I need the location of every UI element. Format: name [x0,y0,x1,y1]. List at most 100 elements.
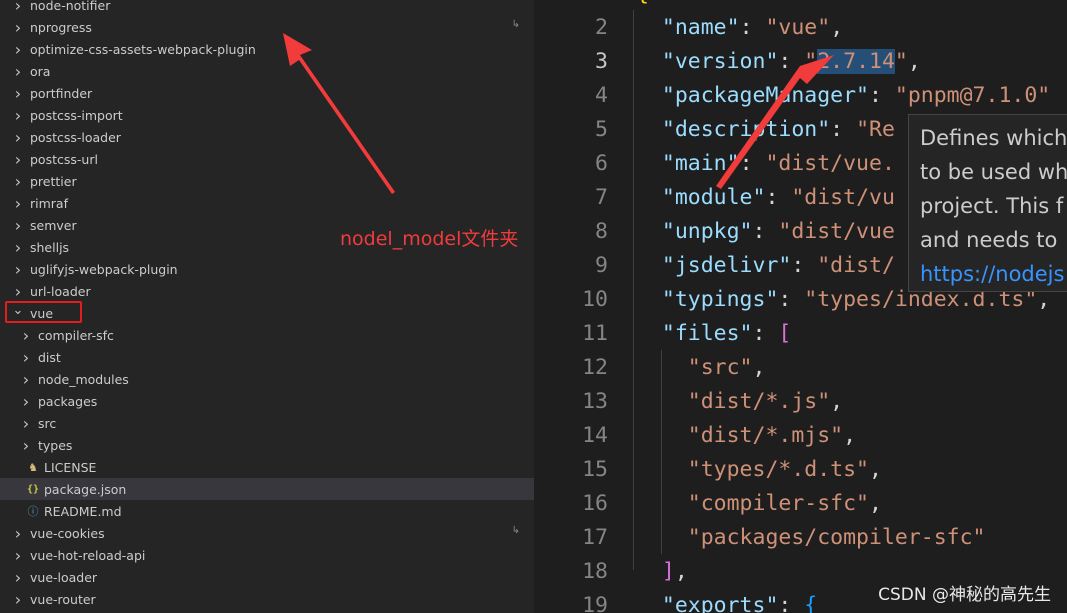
code-token: "dist/vue [778,219,895,244]
line-number: 11 [582,321,608,346]
line-number: 13 [582,389,608,414]
code-text: "module": "dist/vu [636,181,895,215]
code-text: "files": [ [636,317,791,351]
code-line[interactable]: 14 "dist/*.mjs", [534,419,1067,453]
code-text: "unpkg": "dist/vue [636,215,895,249]
code-token: : [830,117,857,142]
line-number: 3 [595,49,608,74]
code-token: "Re [856,117,895,142]
explorer-item-label: portfinder [30,85,93,101]
code-line[interactable]: 12 "src", [534,351,1067,385]
explorer-item[interactable]: › postcss-import [0,104,534,126]
explorer-item[interactable]: › src [0,412,534,434]
explorer-item[interactable]: › optimize-css-assets-webpack-plugin [0,38,534,60]
explorer-item-label: vue-hot-reload-api [30,547,146,563]
code-token: "description" [636,117,831,142]
explorer-item[interactable]: › node_modules [0,368,534,390]
explorer-item-label: node_modules [38,371,129,387]
code-token: "compiler-sfc" [636,491,869,516]
explorer-item-label: dist [38,349,61,365]
explorer-item-label: README.md [44,503,122,519]
explorer-item[interactable]: › prettier [0,170,534,192]
code-line[interactable]: 16 "compiler-sfc", [534,487,1067,521]
line-number: 1 [564,0,608,11]
explorer-item[interactable]: › vue-router [0,588,534,610]
code-token: "dist/ [817,253,895,278]
chevron-right-icon: › [22,347,30,367]
chevron-right-icon: › [22,391,30,411]
explorer-item[interactable]: ⓘ README.md [0,500,534,522]
code-token: "dist/*.js" [636,389,831,414]
explorer-item[interactable]: › vue-cookies ↳ [0,522,534,544]
explorer-item[interactable]: › vue-hot-reload-api [0,544,534,566]
chevron-right-icon: › [14,589,22,609]
code-text: { [636,0,649,11]
code-token: "types/*.d.ts" [636,457,869,482]
explorer-item[interactable]: › ora [0,60,534,82]
chevron-right-icon: › [14,105,22,125]
hover-tooltip: Defines which to be used wh project. Thi… [908,114,1067,292]
code-text: "jsdelivr": "dist/ [636,249,895,283]
code-text: "main": "dist/vue. [636,147,895,181]
explorer-item[interactable]: › uglifyjs-webpack-plugin [0,258,534,280]
code-token: "name" [636,15,740,40]
code-line[interactable]: 13 "dist/*.js", [534,385,1067,419]
code-token: , [674,559,688,584]
chevron-right-icon: › [14,83,22,103]
explorer-item-label: ora [30,63,51,79]
line-number: 2 [595,15,608,40]
code-token: , [843,423,857,448]
explorer-item[interactable]: › vue-loader [0,566,534,588]
explorer-item[interactable]: › postcss-url [0,148,534,170]
code-token: " [894,49,908,74]
explorer-item[interactable]: › postcss-loader [0,126,534,148]
code-token: "version" [636,49,779,74]
code-line[interactable]: 17 "packages/compiler-sfc" [534,521,1067,555]
code-text: "types/*.d.ts", [636,453,882,487]
line-number: 18 [582,559,608,584]
chevron-right-icon: › [14,567,22,587]
explorer-item-label: LICENSE [44,459,97,475]
explorer-item[interactable]: › types [0,434,534,456]
explorer-item-label: vue-loader [30,569,98,585]
explorer-item-label: src [38,415,57,431]
code-token: "vue" [765,15,831,40]
code-line[interactable]: 15 "types/*.d.ts", [534,453,1067,487]
explorer-item[interactable]: › dist [0,346,534,368]
line-number: 10 [582,287,608,312]
license-icon: ♞ [28,460,38,474]
chevron-right-icon: › [14,39,22,59]
line-number: 12 [582,355,608,380]
line-number: 6 [595,151,608,176]
explorer-item[interactable]: › nprogress ↳ [0,16,534,38]
code-editor[interactable]: 1{2 "name": "vue",3 "version": "2.7.14",… [534,0,1067,613]
explorer-item[interactable]: › node-notifier [0,0,534,16]
code-line[interactable]: 3 "version": "2.7.14", [534,45,1067,79]
explorer-item[interactable]: › portfinder [0,82,534,104]
code-line[interactable]: 11 "files": [ [534,317,1067,351]
explorer-item-label: postcss-url [30,151,98,167]
code-token: : [778,287,805,312]
explorer-item[interactable]: › url-loader [0,280,534,302]
code-token: "typings" [636,287,779,312]
explorer-item[interactable]: › packages [0,390,534,412]
explorer-item[interactable]: ♞ LICENSE [0,456,534,478]
explorer-item-label: types [38,437,73,453]
code-token: "dist/vue. [765,151,895,176]
explorer-item[interactable]: › rimraf [0,192,534,214]
code-line[interactable]: 4 "packageManager": "pnpm@7.1.0" [534,79,1067,113]
code-line[interactable]: 1{ [534,0,1067,11]
explorer-item-label: postcss-import [30,107,123,123]
code-text: "description": "Re [636,113,895,147]
hover-doc-link[interactable]: https://nodejs [920,257,1067,291]
code-token: "packageManager" [636,83,869,108]
line-number: 19 [582,593,608,613]
chevron-right-icon: › [14,193,22,213]
chevron-right-icon: › [22,325,30,345]
line-number: 15 [582,457,608,482]
explorer-item-label: prettier [30,173,77,189]
code-token: "jsdelivr" [636,253,792,278]
explorer-item[interactable]: › compiler-sfc [0,324,534,346]
code-line[interactable]: 2 "name": "vue", [534,11,1067,45]
explorer-item[interactable]: {} package.json [0,478,534,500]
